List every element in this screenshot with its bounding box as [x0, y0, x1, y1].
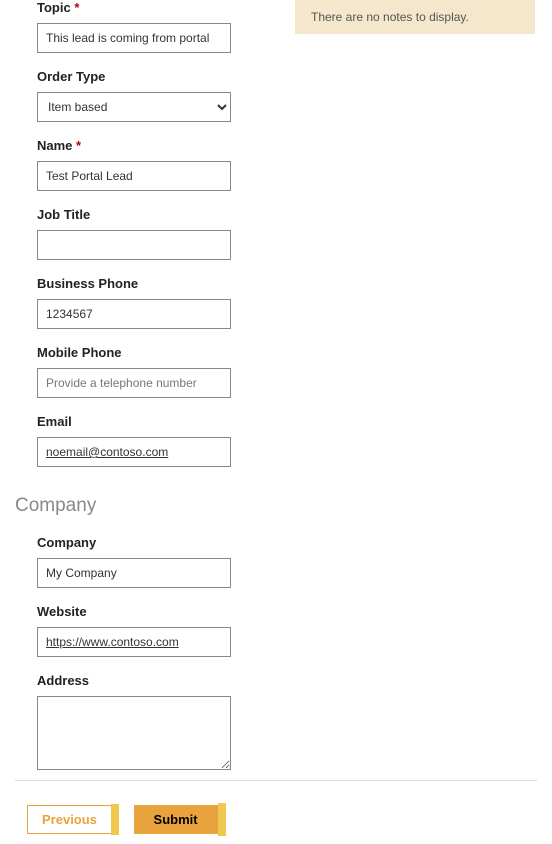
email-field-group: Email	[15, 414, 275, 467]
address-field-group: Address	[15, 673, 275, 773]
company-label: Company	[37, 535, 275, 550]
business-phone-label: Business Phone	[37, 276, 275, 291]
company-section-heading: Company	[15, 495, 275, 517]
name-input[interactable]	[37, 161, 231, 191]
required-marker: *	[74, 0, 79, 15]
order-type-field-group: Order Type Item based	[15, 69, 275, 122]
email-label: Email	[37, 414, 275, 429]
submit-button[interactable]: Submit	[134, 805, 218, 834]
mobile-phone-label: Mobile Phone	[37, 345, 275, 360]
website-field-group: Website	[15, 604, 275, 657]
company-input[interactable]	[37, 558, 231, 588]
job-title-label: Job Title	[37, 207, 275, 222]
form-container: Topic * Order Type Item based Name * Job…	[0, 0, 552, 789]
previous-button[interactable]: Previous	[27, 805, 112, 834]
required-marker: *	[76, 138, 81, 153]
website-label: Website	[37, 604, 275, 619]
website-input[interactable]	[37, 627, 231, 657]
email-input[interactable]	[37, 437, 231, 467]
topic-label-text: Topic	[37, 0, 71, 15]
name-label: Name *	[37, 138, 275, 153]
topic-field-group: Topic *	[15, 0, 275, 53]
name-label-text: Name	[37, 138, 72, 153]
name-field-group: Name *	[15, 138, 275, 191]
mobile-phone-field-group: Mobile Phone	[15, 345, 275, 398]
topic-input[interactable]	[37, 23, 231, 53]
main-column: Topic * Order Type Item based Name * Job…	[15, 0, 295, 789]
address-textarea[interactable]	[37, 696, 231, 770]
notes-empty-box: There are no notes to display.	[295, 0, 535, 34]
order-type-select[interactable]: Item based	[37, 92, 231, 122]
business-phone-field-group: Business Phone	[15, 276, 275, 329]
side-column: There are no notes to display.	[295, 0, 535, 789]
address-label: Address	[37, 673, 275, 688]
job-title-input[interactable]	[37, 230, 231, 260]
form-footer: Previous Submit	[15, 780, 537, 834]
order-type-label: Order Type	[37, 69, 275, 84]
job-title-field-group: Job Title	[15, 207, 275, 260]
company-field-group: Company	[15, 535, 275, 588]
mobile-phone-input[interactable]	[37, 368, 231, 398]
notes-empty-text: There are no notes to display.	[311, 10, 469, 24]
business-phone-input[interactable]	[37, 299, 231, 329]
topic-label: Topic *	[37, 0, 275, 15]
